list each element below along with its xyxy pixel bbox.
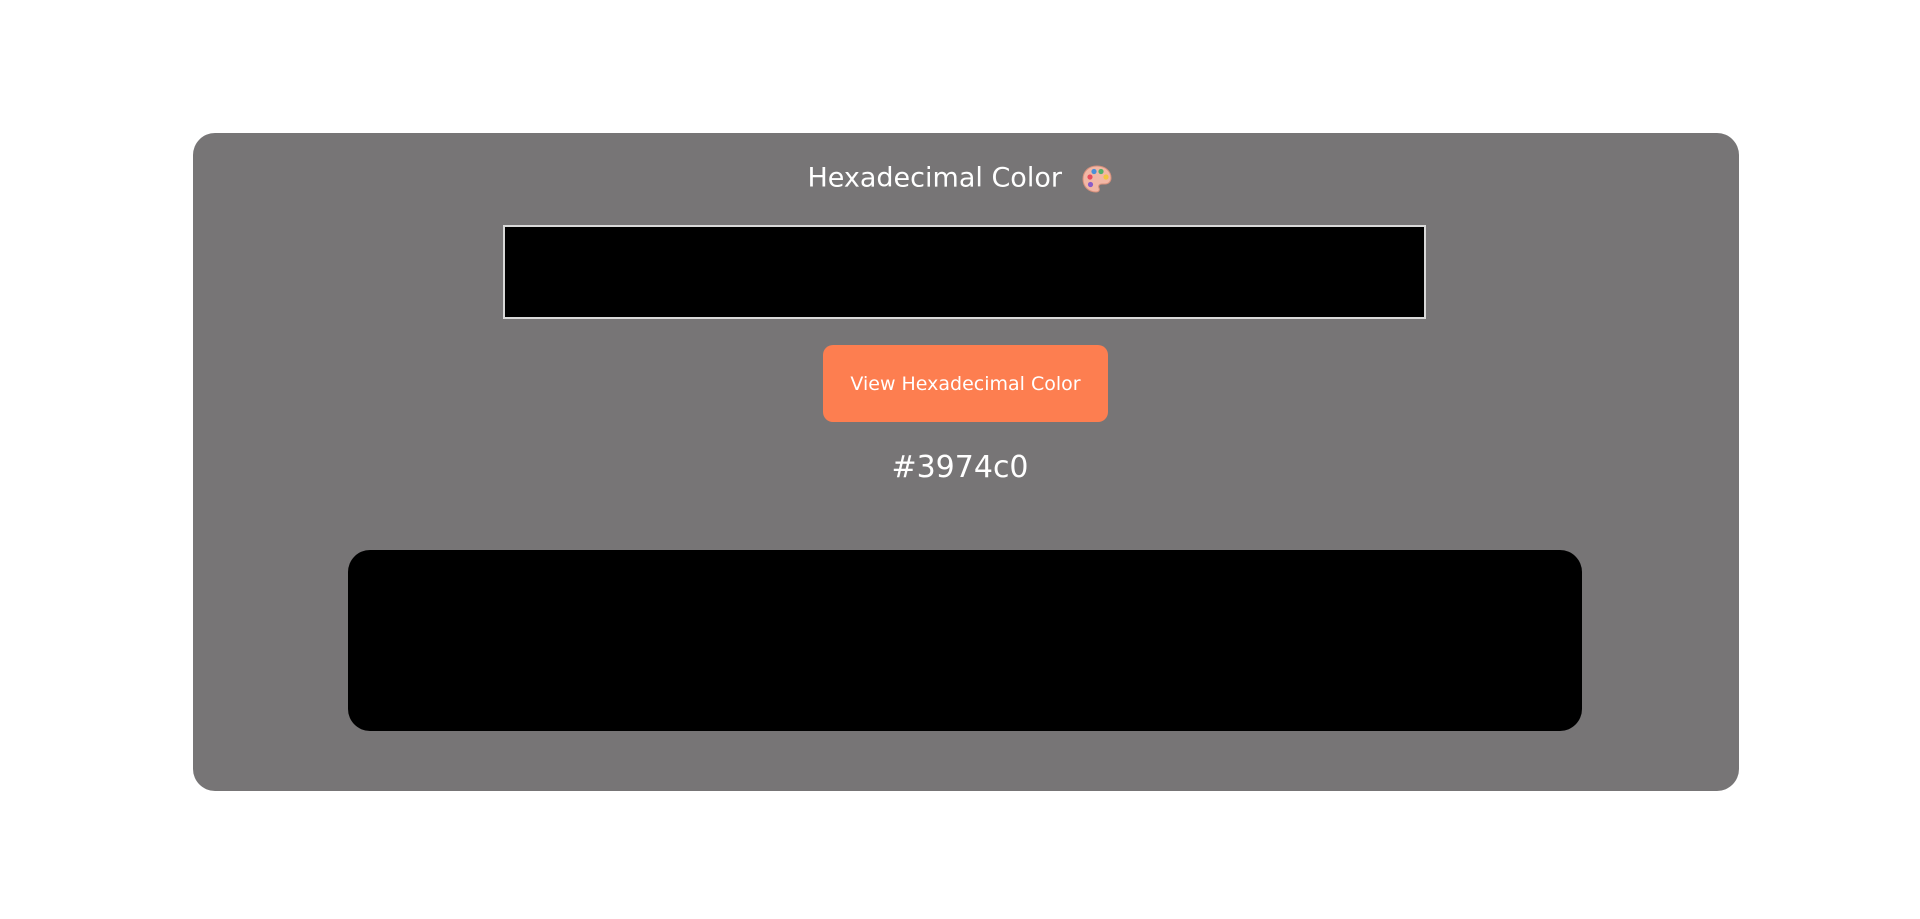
hex-value-text: #3974c0 — [891, 450, 1029, 485]
page: Hexadecimal Color View Hexadecimal Color… — [0, 0, 1920, 919]
page-title: Hexadecimal Color — [807, 162, 1062, 194]
title-row: Hexadecimal Color — [0, 158, 1920, 198]
hex-color-input[interactable] — [503, 225, 1426, 319]
palette-icon — [1082, 164, 1112, 193]
view-hex-color-button[interactable]: View Hexadecimal Color — [823, 345, 1108, 422]
color-preview-swatch — [348, 550, 1582, 731]
